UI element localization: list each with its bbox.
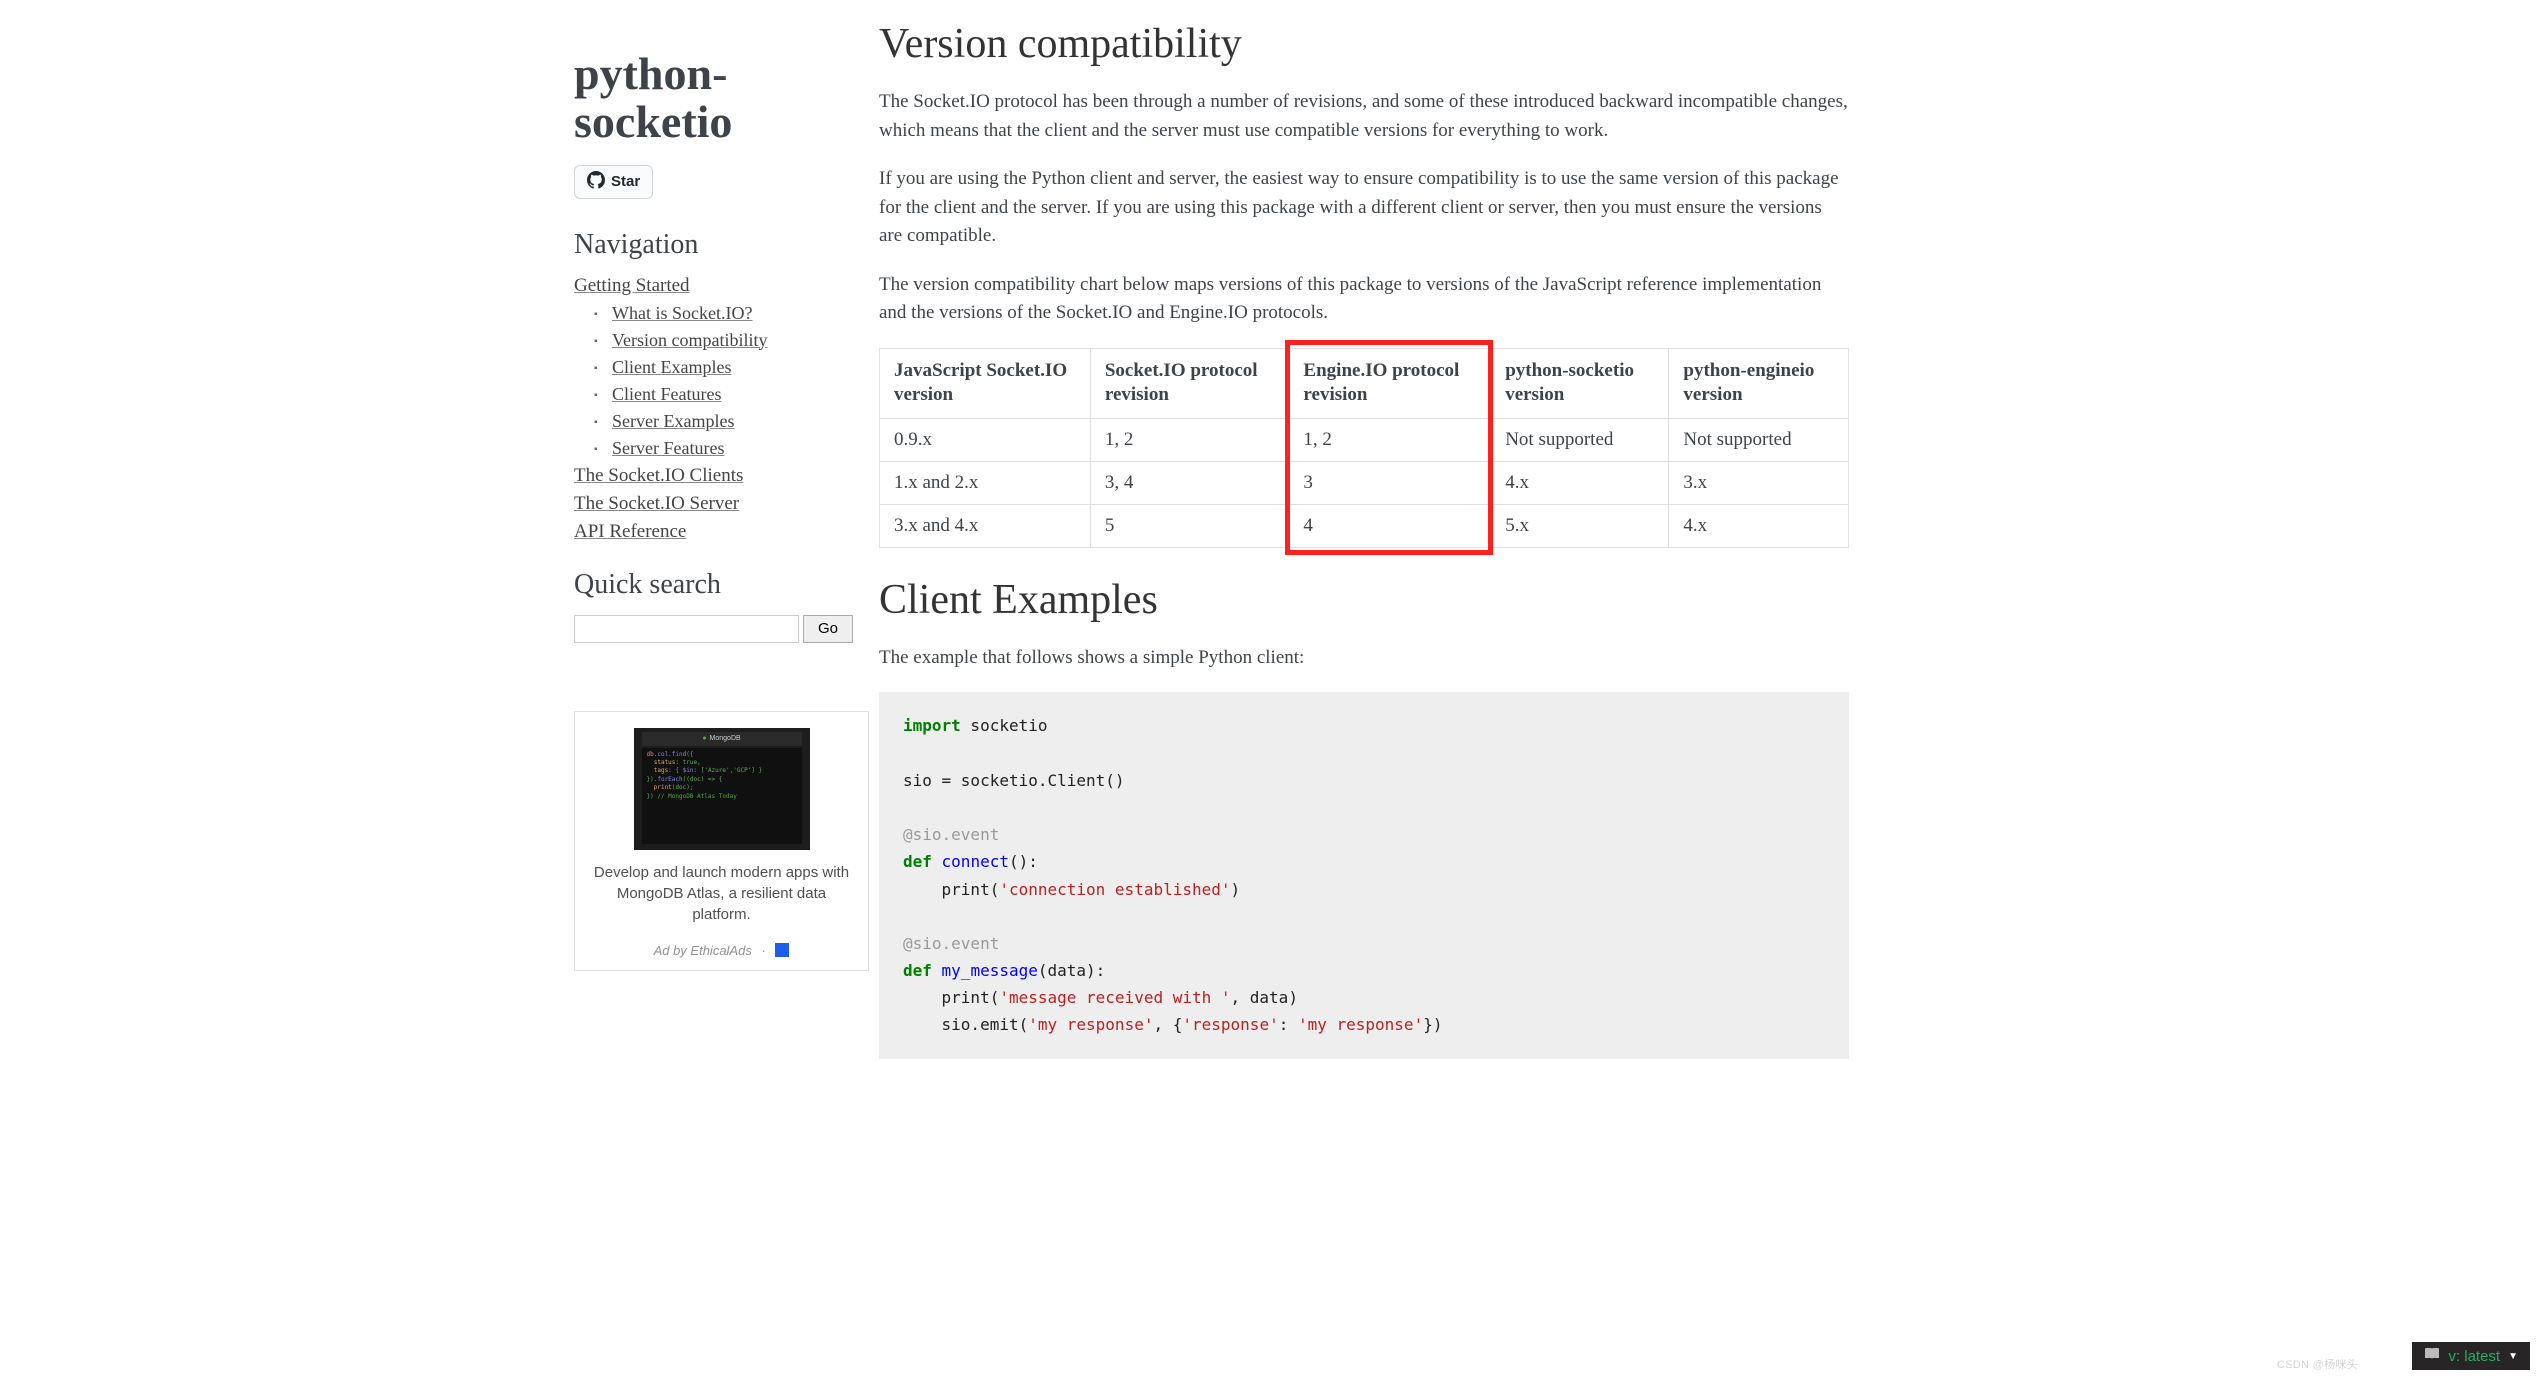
table-header-cell: Engine.IO protocol revision — [1289, 348, 1491, 418]
table-cell: 1.x and 2.x — [880, 461, 1091, 504]
table-cell: 3, 4 — [1090, 461, 1289, 504]
table-cell: 5 — [1090, 504, 1289, 547]
ad-info-icon[interactable] — [775, 943, 789, 957]
table-cell: 4.x — [1669, 504, 1849, 547]
ad-image: MongoDB db.col.find({ status: true, tags… — [634, 728, 810, 850]
section-version-compatibility: Version compatibility — [879, 20, 1849, 68]
nav-server-features[interactable]: Server Features — [612, 438, 724, 458]
version-badge[interactable]: v: latest ▼ — [2412, 1342, 2530, 1370]
nav-heading: Navigation — [574, 229, 859, 261]
search-input[interactable] — [574, 615, 799, 643]
compat-table: JavaScript Socket.IO versionSocket.IO pr… — [879, 348, 1849, 548]
table-header-cell: Socket.IO protocol revision — [1090, 348, 1289, 418]
search-heading: Quick search — [574, 569, 859, 601]
search-go-button[interactable]: Go — [803, 615, 853, 643]
p-client-examples: The example that follows shows a simple … — [879, 644, 1849, 673]
ad-box[interactable]: MongoDB db.col.find({ status: true, tags… — [574, 711, 869, 971]
table-cell: 4.x — [1491, 461, 1669, 504]
table-row: 3.x and 4.x545.x4.x — [880, 504, 1849, 547]
nav-client-features[interactable]: Client Features — [612, 384, 721, 404]
project-title[interactable]: python-socketio — [574, 50, 859, 147]
star-label: Star — [611, 173, 640, 190]
nav-list: Getting Started What is Socket.IO? Versi… — [574, 275, 859, 543]
table-cell: 3 — [1289, 461, 1491, 504]
table-header-cell: python-socketio version — [1491, 348, 1669, 418]
github-icon — [587, 171, 605, 193]
table-cell: Not supported — [1669, 418, 1849, 461]
table-cell: 3.x — [1669, 461, 1849, 504]
table-cell: 0.9.x — [880, 418, 1091, 461]
github-star-button[interactable]: Star — [574, 165, 653, 199]
search-form: Go — [574, 615, 859, 643]
nav-socketio-clients[interactable]: The Socket.IO Clients — [574, 465, 743, 486]
table-cell: 5.x — [1491, 504, 1669, 547]
table-cell: Not supported — [1491, 418, 1669, 461]
nav-version-compatibility[interactable]: Version compatibility — [612, 330, 767, 350]
nav-server-examples[interactable]: Server Examples — [612, 411, 734, 431]
table-row: 0.9.x1, 21, 2Not supportedNot supported — [880, 418, 1849, 461]
p-intro-3: The version compatibility chart below ma… — [879, 271, 1849, 328]
section-client-examples: Client Examples — [879, 576, 1849, 624]
nav-what-is-socketio[interactable]: What is Socket.IO? — [612, 303, 752, 323]
version-label: v: latest — [2448, 1348, 2500, 1365]
table-header-row: JavaScript Socket.IO versionSocket.IO pr… — [880, 348, 1849, 418]
nav-socketio-server[interactable]: The Socket.IO Server — [574, 493, 739, 514]
ad-by-link[interactable]: Ad by EthicalAds — [654, 943, 752, 958]
table-header-cell: JavaScript Socket.IO version — [880, 348, 1091, 418]
nav-getting-started[interactable]: Getting Started — [574, 275, 690, 296]
table-cell: 1, 2 — [1090, 418, 1289, 461]
nav-client-examples[interactable]: Client Examples — [612, 357, 731, 377]
p-intro-2: If you are using the Python client and s… — [879, 165, 1849, 251]
code-example: import socketio sio = socketio.Client() … — [879, 692, 1849, 1058]
table-cell: 3.x and 4.x — [880, 504, 1091, 547]
book-icon — [2424, 1347, 2440, 1365]
ad-text: Develop and launch modern apps with Mong… — [587, 862, 856, 935]
nav-api-reference[interactable]: API Reference — [574, 521, 686, 542]
p-intro-1: The Socket.IO protocol has been through … — [879, 88, 1849, 145]
ad-footer: Ad by EthicalAds · — [587, 935, 856, 958]
table-cell: 4 — [1289, 504, 1491, 547]
table-cell: 1, 2 — [1289, 418, 1491, 461]
table-header-cell: python-engineio version — [1669, 348, 1849, 418]
table-row: 1.x and 2.x3, 434.x3.x — [880, 461, 1849, 504]
compat-table-wrap: JavaScript Socket.IO versionSocket.IO pr… — [879, 348, 1849, 548]
watermark: CSDN @杨咪头 — [2277, 1356, 2358, 1372]
caret-down-icon: ▼ — [2508, 1351, 2518, 1362]
